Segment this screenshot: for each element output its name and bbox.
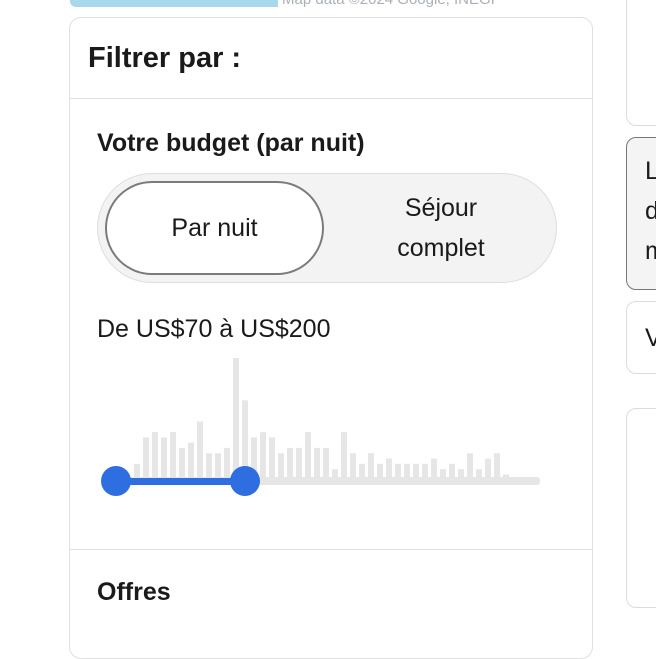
side-card-text: V: [645, 324, 656, 352]
histogram-bar: [404, 463, 410, 485]
histogram-bar: [440, 469, 446, 485]
histogram-bar: [476, 469, 482, 485]
side-card[interactable]: [626, 0, 656, 126]
histogram-bar: [395, 463, 401, 485]
histogram-bar: [449, 463, 455, 485]
histogram-bar: [467, 453, 473, 485]
slider-min-handle[interactable]: [101, 466, 131, 496]
slider-selected-range: [116, 478, 246, 485]
histogram-bar: [503, 474, 509, 485]
histogram-bar: [431, 458, 437, 485]
histogram-bar: [422, 463, 428, 485]
histogram-bar: [314, 447, 320, 485]
histogram-bar: [359, 463, 365, 485]
histogram-bar: [269, 437, 275, 485]
map-attribution: Map data ©2024 Google, INEGI: [282, 0, 592, 8]
section-divider: [70, 549, 592, 550]
histogram-bar: [296, 447, 302, 485]
map-strip: [70, 0, 278, 7]
histogram-bar: [368, 453, 374, 485]
histogram-bar: [413, 463, 419, 485]
histogram-bar: [377, 463, 383, 485]
histogram-bar: [305, 432, 311, 485]
histogram-bar: [332, 469, 338, 485]
histogram-bar: [233, 358, 239, 485]
histogram-bar: [494, 453, 500, 485]
histogram-bar: [197, 421, 203, 485]
side-card[interactable]: [626, 408, 656, 608]
histogram-bar: [386, 458, 392, 485]
histogram-bar: [350, 453, 356, 485]
histogram-bar: [323, 447, 329, 485]
side-card-selected[interactable]: L d m: [626, 137, 656, 290]
side-card[interactable]: V: [626, 301, 656, 374]
histogram-bar: [485, 458, 491, 485]
histogram-bar: [260, 432, 266, 485]
slider-max-handle[interactable]: [230, 466, 260, 496]
histogram-bar: [287, 447, 293, 485]
histogram-bar: [458, 469, 464, 485]
histogram-bar: [278, 453, 284, 485]
price-histogram: [116, 358, 540, 485]
side-card-text: L d m: [645, 157, 656, 265]
offers-title: Offres: [97, 578, 171, 606]
histogram-bar: [341, 432, 347, 485]
filter-panel: Filtrer par : Votre budget (par nuit) Pa…: [69, 17, 593, 659]
